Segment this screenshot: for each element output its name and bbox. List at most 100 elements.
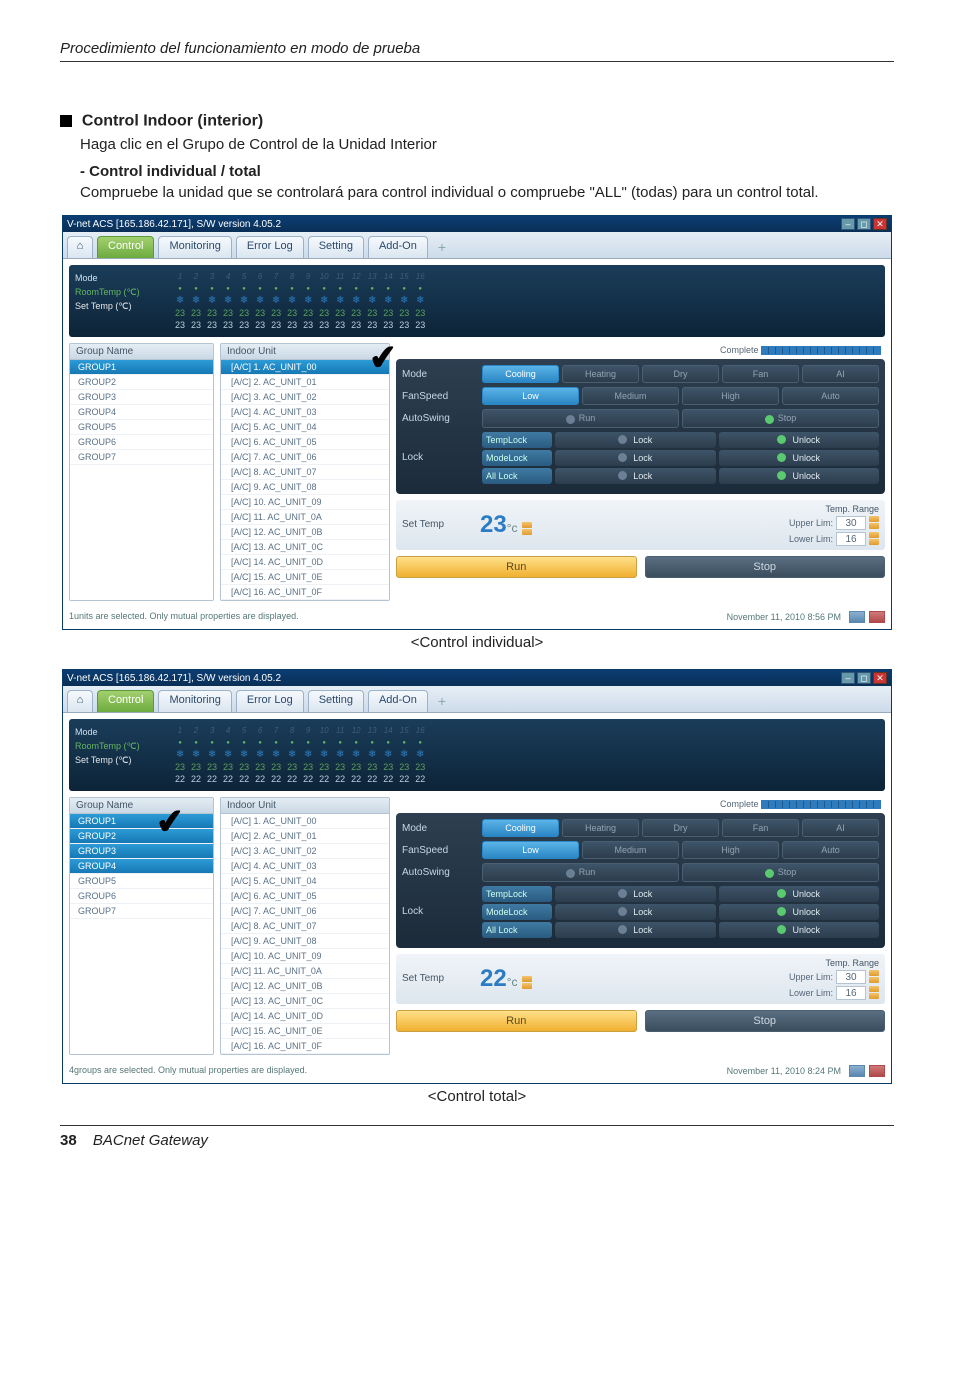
status-icon-2[interactable] (869, 611, 885, 623)
group-item[interactable]: GROUP4 (70, 405, 213, 420)
unit-item[interactable]: [A/C] 4. AC_UNIT_03 (221, 859, 389, 874)
group-item[interactable]: GROUP6 (70, 889, 213, 904)
unit-item[interactable]: [A/C] 12. AC_UNIT_0B (221, 979, 389, 994)
stop-button[interactable]: Stop (645, 556, 886, 578)
unit-item[interactable]: [A/C] 9. AC_UNIT_08 (221, 934, 389, 949)
tab-control[interactable]: Control (97, 690, 154, 712)
fan-option-button[interactable]: Auto (782, 841, 879, 859)
overview-unit[interactable]: 9●❄2322 (303, 725, 313, 785)
overview-unit[interactable]: 7●❄2323 (271, 271, 281, 331)
tab-add-icon[interactable]: + (432, 236, 452, 258)
lock-button[interactable]: Lock (555, 922, 716, 938)
unit-item[interactable]: [A/C] 10. AC_UNIT_09 (221, 495, 389, 510)
overview-unit[interactable]: 4●❄2323 (223, 271, 233, 331)
group-item[interactable]: GROUP5 (70, 420, 213, 435)
lower-down-button[interactable] (869, 993, 879, 999)
group-item[interactable]: GROUP2 (70, 375, 213, 390)
unlock-button[interactable]: Unlock (719, 432, 880, 448)
unit-item[interactable]: [A/C] 16. AC_UNIT_0F (221, 1039, 389, 1054)
status-icon-1[interactable] (849, 1065, 865, 1077)
overview-unit[interactable]: 3●❄2323 (207, 271, 217, 331)
mode-option-button[interactable]: AI (802, 819, 879, 837)
mode-option-button[interactable]: AI (802, 365, 879, 383)
unit-item[interactable]: [A/C] 11. AC_UNIT_0A (221, 510, 389, 525)
unit-item[interactable]: [A/C] 8. AC_UNIT_07 (221, 919, 389, 934)
overview-unit[interactable]: 11●❄2323 (335, 271, 345, 331)
overview-unit[interactable]: 12●❄2322 (351, 725, 361, 785)
overview-unit[interactable]: 13●❄2322 (367, 725, 377, 785)
mode-option-button[interactable]: Heating (562, 819, 639, 837)
swing-run-button[interactable]: Run (482, 863, 679, 881)
lock-button[interactable]: Lock (555, 468, 716, 484)
overview-unit[interactable]: 15●❄2322 (399, 725, 409, 785)
upper-down-button[interactable] (869, 523, 879, 529)
tab-monitoring[interactable]: Monitoring (158, 690, 231, 712)
unit-item[interactable]: [A/C] 9. AC_UNIT_08 (221, 480, 389, 495)
mode-option-button[interactable]: Cooling (482, 819, 559, 837)
unit-item[interactable]: [A/C] 6. AC_UNIT_05 (221, 435, 389, 450)
status-icon-2[interactable] (869, 1065, 885, 1077)
unit-item[interactable]: [A/C] 12. AC_UNIT_0B (221, 525, 389, 540)
overview-unit[interactable]: 1●❄2323 (175, 271, 185, 331)
swing-stop-button[interactable]: Stop (682, 409, 879, 427)
overview-unit[interactable]: 9●❄2323 (303, 271, 313, 331)
upper-lim-value[interactable]: 30 (836, 516, 866, 530)
overview-unit[interactable]: 13●❄2323 (367, 271, 377, 331)
unit-item[interactable]: [A/C] 3. AC_UNIT_02 (221, 390, 389, 405)
unit-item[interactable]: [A/C] 11. AC_UNIT_0A (221, 964, 389, 979)
unit-item[interactable]: [A/C] 1. AC_UNIT_00 (221, 360, 389, 375)
unlock-button[interactable]: Unlock (719, 468, 880, 484)
overview-unit[interactable]: 12●❄2323 (351, 271, 361, 331)
unit-item[interactable]: [A/C] 16. AC_UNIT_0F (221, 585, 389, 600)
overview-unit[interactable]: 11●❄2322 (335, 725, 345, 785)
upper-lim-value[interactable]: 30 (836, 970, 866, 984)
unlock-button[interactable]: Unlock (719, 904, 880, 920)
mode-option-button[interactable]: Dry (642, 365, 719, 383)
lock-button[interactable]: Lock (555, 450, 716, 466)
overview-unit[interactable]: 2●❄2322 (191, 725, 201, 785)
overview-unit[interactable]: 1●❄2322 (175, 725, 185, 785)
tab-control[interactable]: Control (97, 236, 154, 258)
close-icon[interactable]: ✕ (873, 672, 887, 684)
unit-item[interactable]: [A/C] 14. AC_UNIT_0D (221, 1009, 389, 1024)
unlock-button[interactable]: Unlock (719, 886, 880, 902)
swing-run-button[interactable]: Run (482, 409, 679, 427)
tab-addon[interactable]: Add-On (368, 236, 428, 258)
unit-item[interactable]: [A/C] 15. AC_UNIT_0E (221, 570, 389, 585)
fan-option-button[interactable]: Auto (782, 387, 879, 405)
lower-lim-value[interactable]: 16 (836, 532, 866, 546)
mode-option-button[interactable]: Fan (722, 819, 799, 837)
tab-setting[interactable]: Setting (308, 690, 364, 712)
fan-option-button[interactable]: High (682, 841, 779, 859)
fan-option-button[interactable]: Low (482, 841, 579, 859)
lock-button[interactable]: Lock (555, 886, 716, 902)
tab-addon[interactable]: Add-On (368, 690, 428, 712)
fan-option-button[interactable]: Medium (582, 387, 679, 405)
group-item[interactable]: GROUP3 (70, 844, 213, 859)
overview-unit[interactable]: 6●❄2323 (255, 271, 265, 331)
overview-unit[interactable]: 16●❄2322 (415, 725, 425, 785)
overview-unit[interactable]: 15●❄2323 (399, 271, 409, 331)
unit-item[interactable]: [A/C] 3. AC_UNIT_02 (221, 844, 389, 859)
overview-unit[interactable]: 14●❄2322 (383, 725, 393, 785)
fan-option-button[interactable]: Medium (582, 841, 679, 859)
overview-unit[interactable]: 16●❄2323 (415, 271, 425, 331)
overview-unit[interactable]: 14●❄2323 (383, 271, 393, 331)
group-item[interactable]: GROUP2 (70, 829, 213, 844)
lower-up-button[interactable] (869, 532, 879, 538)
run-button[interactable]: Run (396, 1010, 637, 1032)
mode-option-button[interactable]: Fan (722, 365, 799, 383)
unit-item[interactable]: [A/C] 6. AC_UNIT_05 (221, 889, 389, 904)
overview-unit[interactable]: 8●❄2323 (287, 271, 297, 331)
group-item[interactable]: GROUP1 (70, 360, 213, 375)
unit-item[interactable]: [A/C] 4. AC_UNIT_03 (221, 405, 389, 420)
tab-home[interactable]: ⌂ (67, 690, 93, 712)
overview-unit[interactable]: 3●❄2322 (207, 725, 217, 785)
unlock-button[interactable]: Unlock (719, 922, 880, 938)
unit-item[interactable]: [A/C] 2. AC_UNIT_01 (221, 829, 389, 844)
lower-lim-value[interactable]: 16 (836, 986, 866, 1000)
overview-unit[interactable]: 4●❄2322 (223, 725, 233, 785)
minimize-icon[interactable]: – (841, 672, 855, 684)
group-item[interactable]: GROUP3 (70, 390, 213, 405)
unlock-button[interactable]: Unlock (719, 450, 880, 466)
